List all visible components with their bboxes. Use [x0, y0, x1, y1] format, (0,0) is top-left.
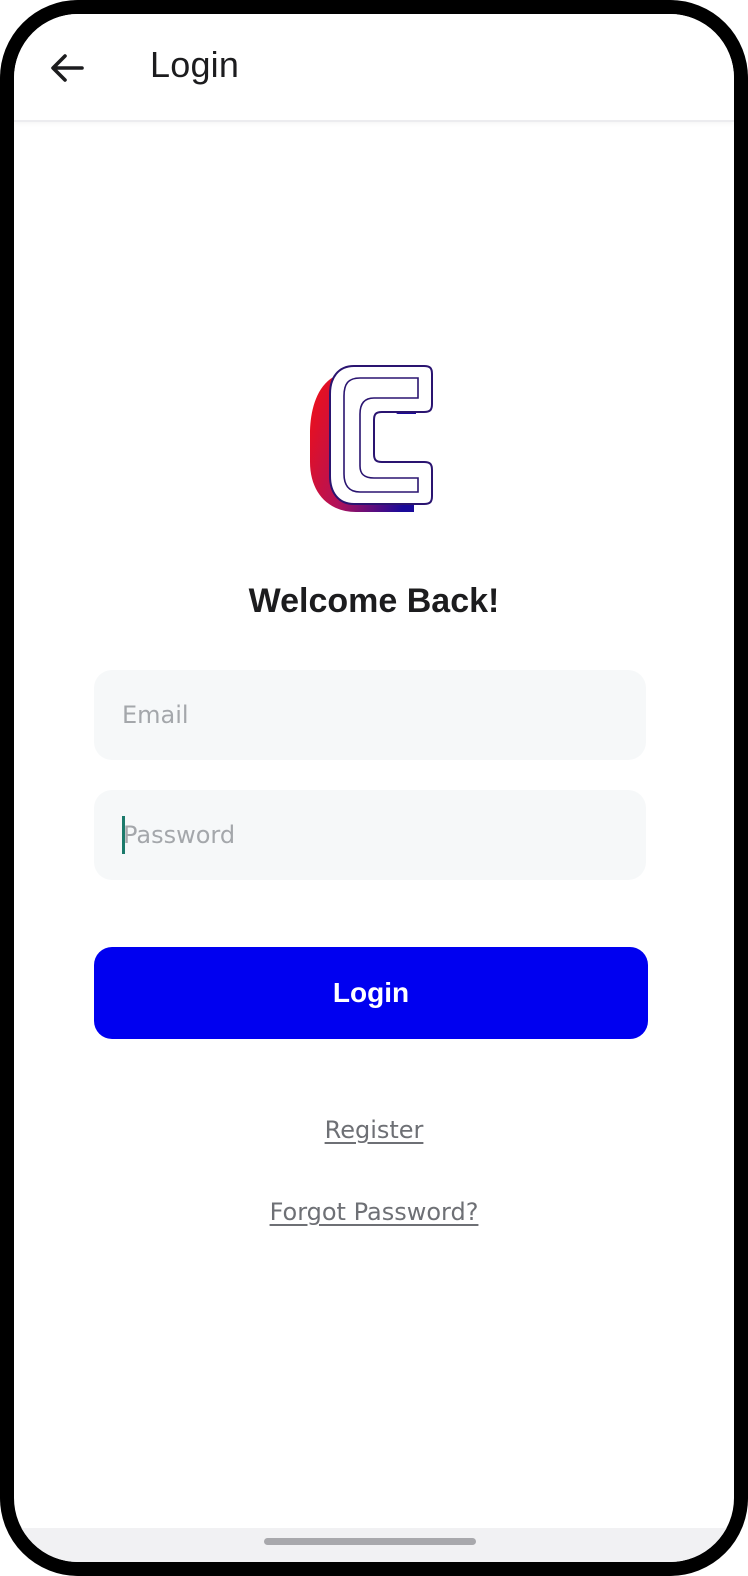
system-nav-bar — [14, 1528, 734, 1562]
phone-frame: Login Welcome Back! Email Password Login… — [0, 0, 748, 1576]
email-placeholder: Email — [122, 701, 189, 729]
arrow-left-icon — [51, 54, 84, 82]
password-placeholder: Password — [123, 821, 236, 849]
back-button[interactable] — [44, 48, 90, 88]
password-field[interactable]: Password — [94, 790, 646, 880]
welcome-heading: Welcome Back! — [248, 582, 500, 620]
login-button-label: Login — [332, 977, 410, 1008]
register-link[interactable]: Register — [14, 1116, 734, 1144]
email-field[interactable]: Email — [94, 670, 646, 760]
login-button[interactable]: Login — [94, 947, 648, 1039]
app-bar: Login — [14, 14, 734, 122]
forgot-password-link[interactable]: Forgot Password? — [14, 1198, 734, 1226]
home-indicator[interactable] — [264, 1538, 476, 1545]
page-title: Login — [150, 44, 240, 85]
app-logo — [310, 365, 433, 512]
